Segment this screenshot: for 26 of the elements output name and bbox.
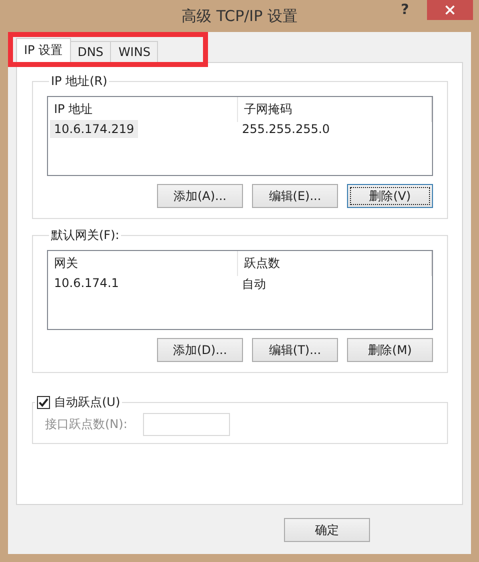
close-icon [445,5,455,15]
help-button[interactable]: ? [396,2,413,18]
field-label: 接口跃点数(N): [45,416,128,433]
dialog-button[interactable]: 添加(D)... [157,338,243,362]
dialog-button[interactable]: 编辑(T)... [252,338,338,362]
tab[interactable]: WINS [110,41,158,62]
checkbox-label[interactable]: 自动跃点(U) [54,394,120,411]
table-cell[interactable]: 255.255.255.0 [240,120,334,138]
column-header[interactable]: 跃点数 [238,251,432,276]
dialog-button[interactable]: 删除(M) [347,338,433,362]
table-cell[interactable]: 10.6.174.219 [50,120,138,138]
window-title: 高级 TCP/IP 设置 [182,6,298,26]
tab[interactable]: IP 设置 [16,38,71,62]
dialog-button[interactable]: 确定 [284,518,370,542]
check-icon [38,397,49,408]
dialog-button[interactable]: 添加(A)... [157,184,243,208]
dialog-button[interactable]: 编辑(E)... [252,184,338,208]
table-cell[interactable]: 10.6.174.1 [50,274,123,292]
table-cell[interactable]: 自动 [240,274,270,295]
column-header[interactable]: 子网掩码 [238,97,432,122]
close-button[interactable] [427,0,473,20]
group-title: IP 地址(R) [50,73,108,90]
dialog-button[interactable]: 删除(V) [347,184,433,208]
column-header[interactable]: 网关 [48,251,238,276]
group-title: 默认网关(F): [50,227,120,244]
checkbox[interactable] [37,396,50,409]
